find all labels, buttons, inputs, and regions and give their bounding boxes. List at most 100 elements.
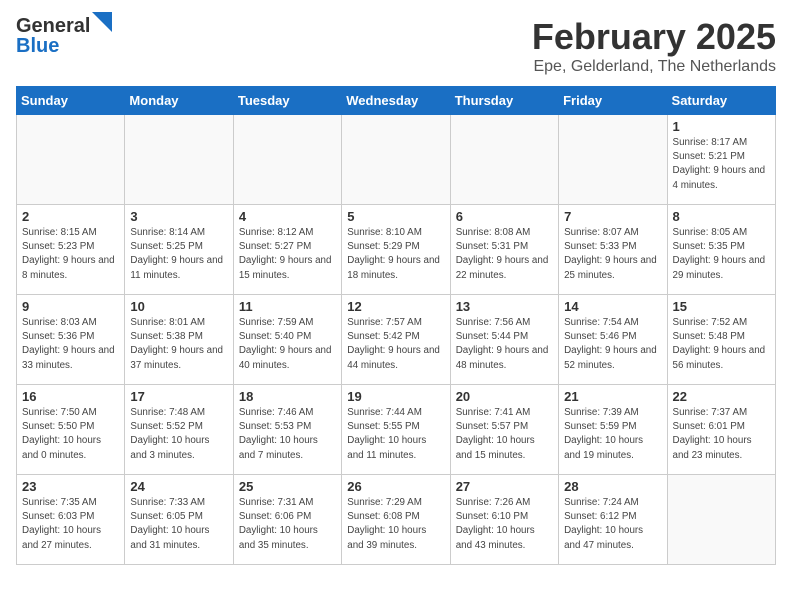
calendar-cell: 20Sunrise: 7:41 AM Sunset: 5:57 PM Dayli… bbox=[450, 385, 558, 475]
day-number: 7 bbox=[564, 209, 661, 224]
calendar-cell bbox=[233, 115, 341, 205]
weekday-header-tuesday: Tuesday bbox=[233, 87, 341, 115]
calendar-cell: 12 Sunrise: 7:57 AM Sunset: 5:42 PM Dayli… bbox=[342, 295, 450, 385]
calendar-cell: 14Sunrise: 7:54 AM Sunset: 5:46 PM Dayli… bbox=[559, 295, 667, 385]
weekday-header-sunday: Sunday bbox=[17, 87, 125, 115]
calendar-cell: 18 Sunrise: 7:46 AM Sunset: 5:53 PM Dayli… bbox=[233, 385, 341, 475]
calendar-cell: 16Sunrise: 7:50 AM Sunset: 5:50 PM Dayli… bbox=[17, 385, 125, 475]
day-info: Sunrise: 7:48 AM Sunset: 5:52 PM Dayligh… bbox=[130, 406, 227, 463]
weekday-header-thursday: Thursday bbox=[450, 87, 558, 115]
day-number: 10 bbox=[130, 299, 227, 314]
calendar-cell: 13 Sunrise: 7:56 AM Sunset: 5:44 PM Dayli… bbox=[450, 295, 558, 385]
day-info: Sunrise: 8:01 AM Sunset: 5:38 PM Dayligh… bbox=[130, 316, 227, 373]
calendar-cell: 5 Sunrise: 8:10 AM Sunset: 5:29 PM Daylig… bbox=[342, 205, 450, 295]
calendar-cell bbox=[17, 115, 125, 205]
calendar-cell: 8 Sunrise: 8:05 AM Sunset: 5:35 PM Daylig… bbox=[667, 205, 775, 295]
location-subtitle: Epe, Gelderland, The Netherlands bbox=[532, 58, 776, 76]
day-info: Sunrise: 7:46 AM Sunset: 5:53 PM Dayligh… bbox=[239, 406, 336, 463]
day-number: 2 bbox=[22, 209, 119, 224]
calendar-cell: 2Sunrise: 8:15 AM Sunset: 5:23 PM Daylig… bbox=[17, 205, 125, 295]
day-number: 21 bbox=[564, 389, 661, 404]
calendar-cell: 15 Sunrise: 7:52 AM Sunset: 5:48 PM Dayli… bbox=[667, 295, 775, 385]
week-row-4: 16Sunrise: 7:50 AM Sunset: 5:50 PM Dayli… bbox=[17, 385, 776, 475]
logo-general-text: General bbox=[16, 15, 90, 37]
day-info: Sunrise: 8:07 AM Sunset: 5:33 PM Dayligh… bbox=[564, 226, 661, 283]
day-info: Sunrise: 8:17 AM Sunset: 5:21 PM Dayligh… bbox=[673, 136, 770, 193]
calendar-cell: 23 Sunrise: 7:35 AM Sunset: 6:03 PM Dayli… bbox=[17, 475, 125, 565]
logo-blue-text: Blue bbox=[16, 35, 59, 57]
day-number: 3 bbox=[130, 209, 227, 224]
calendar-cell: 17 Sunrise: 7:48 AM Sunset: 5:52 PM Dayli… bbox=[125, 385, 233, 475]
calendar-cell: 10 Sunrise: 8:01 AM Sunset: 5:38 PM Dayli… bbox=[125, 295, 233, 385]
header: General Blue February 2025 Epe, Gelderla… bbox=[16, 16, 776, 76]
calendar-cell: 9Sunrise: 8:03 AM Sunset: 5:36 PM Daylig… bbox=[17, 295, 125, 385]
calendar-cell: 11Sunrise: 7:59 AM Sunset: 5:40 PM Dayli… bbox=[233, 295, 341, 385]
day-number: 27 bbox=[456, 479, 553, 494]
day-info: Sunrise: 8:14 AM Sunset: 5:25 PM Dayligh… bbox=[130, 226, 227, 283]
weekday-header-saturday: Saturday bbox=[667, 87, 775, 115]
day-info: Sunrise: 7:39 AM Sunset: 5:59 PM Dayligh… bbox=[564, 406, 661, 463]
calendar-cell bbox=[667, 475, 775, 565]
calendar-cell: 25 Sunrise: 7:31 AM Sunset: 6:06 PM Dayli… bbox=[233, 475, 341, 565]
day-info: Sunrise: 8:05 AM Sunset: 5:35 PM Dayligh… bbox=[673, 226, 770, 283]
day-info: Sunrise: 7:50 AM Sunset: 5:50 PM Dayligh… bbox=[22, 406, 119, 463]
weekday-header-row: SundayMondayTuesdayWednesdayThursdayFrid… bbox=[17, 87, 776, 115]
day-number: 8 bbox=[673, 209, 770, 224]
week-row-3: 9Sunrise: 8:03 AM Sunset: 5:36 PM Daylig… bbox=[17, 295, 776, 385]
calendar-cell: 4 Sunrise: 8:12 AM Sunset: 5:27 PM Daylig… bbox=[233, 205, 341, 295]
day-number: 5 bbox=[347, 209, 444, 224]
day-info: Sunrise: 7:56 AM Sunset: 5:44 PM Dayligh… bbox=[456, 316, 553, 373]
calendar-cell: 19 Sunrise: 7:44 AM Sunset: 5:55 PM Dayli… bbox=[342, 385, 450, 475]
day-info: Sunrise: 7:57 AM Sunset: 5:42 PM Dayligh… bbox=[347, 316, 444, 373]
calendar-cell: 22 Sunrise: 7:37 AM Sunset: 6:01 PM Dayli… bbox=[667, 385, 775, 475]
day-number: 19 bbox=[347, 389, 444, 404]
day-info: Sunrise: 8:10 AM Sunset: 5:29 PM Dayligh… bbox=[347, 226, 444, 283]
day-number: 12 bbox=[347, 299, 444, 314]
logo: General Blue bbox=[16, 16, 112, 56]
calendar-cell bbox=[125, 115, 233, 205]
month-year-title: February 2025 bbox=[532, 16, 776, 58]
calendar-cell bbox=[559, 115, 667, 205]
calendar-cell bbox=[342, 115, 450, 205]
day-info: Sunrise: 7:29 AM Sunset: 6:08 PM Dayligh… bbox=[347, 496, 444, 553]
day-number: 23 bbox=[22, 479, 119, 494]
day-info: Sunrise: 7:52 AM Sunset: 5:48 PM Dayligh… bbox=[673, 316, 770, 373]
day-info: Sunrise: 7:31 AM Sunset: 6:06 PM Dayligh… bbox=[239, 496, 336, 553]
day-number: 4 bbox=[239, 209, 336, 224]
day-number: 17 bbox=[130, 389, 227, 404]
weekday-header-monday: Monday bbox=[125, 87, 233, 115]
calendar-cell: 6 Sunrise: 8:08 AM Sunset: 5:31 PM Daylig… bbox=[450, 205, 558, 295]
day-info: Sunrise: 7:41 AM Sunset: 5:57 PM Dayligh… bbox=[456, 406, 553, 463]
calendar-cell: 1Sunrise: 8:17 AM Sunset: 5:21 PM Daylig… bbox=[667, 115, 775, 205]
weekday-header-friday: Friday bbox=[559, 87, 667, 115]
day-number: 18 bbox=[239, 389, 336, 404]
day-info: Sunrise: 7:44 AM Sunset: 5:55 PM Dayligh… bbox=[347, 406, 444, 463]
day-info: Sunrise: 7:54 AM Sunset: 5:46 PM Dayligh… bbox=[564, 316, 661, 373]
day-info: Sunrise: 7:37 AM Sunset: 6:01 PM Dayligh… bbox=[673, 406, 770, 463]
calendar-cell: 7 Sunrise: 8:07 AM Sunset: 5:33 PM Daylig… bbox=[559, 205, 667, 295]
day-number: 22 bbox=[673, 389, 770, 404]
calendar-cell: 24 Sunrise: 7:33 AM Sunset: 6:05 PM Dayli… bbox=[125, 475, 233, 565]
calendar-cell bbox=[450, 115, 558, 205]
day-number: 26 bbox=[347, 479, 444, 494]
day-info: Sunrise: 7:26 AM Sunset: 6:10 PM Dayligh… bbox=[456, 496, 553, 553]
calendar-cell: 27 Sunrise: 7:26 AM Sunset: 6:10 PM Dayli… bbox=[450, 475, 558, 565]
day-info: Sunrise: 7:33 AM Sunset: 6:05 PM Dayligh… bbox=[130, 496, 227, 553]
day-info: Sunrise: 8:08 AM Sunset: 5:31 PM Dayligh… bbox=[456, 226, 553, 283]
day-number: 24 bbox=[130, 479, 227, 494]
day-info: Sunrise: 7:35 AM Sunset: 6:03 PM Dayligh… bbox=[22, 496, 119, 553]
day-info: Sunrise: 7:59 AM Sunset: 5:40 PM Dayligh… bbox=[239, 316, 336, 373]
day-number: 13 bbox=[456, 299, 553, 314]
day-number: 15 bbox=[673, 299, 770, 314]
day-info: Sunrise: 7:24 AM Sunset: 6:12 PM Dayligh… bbox=[564, 496, 661, 553]
logo-arrow-icon bbox=[92, 12, 112, 32]
week-row-5: 23 Sunrise: 7:35 AM Sunset: 6:03 PM Dayli… bbox=[17, 475, 776, 565]
calendar-table: SundayMondayTuesdayWednesdayThursdayFrid… bbox=[16, 86, 776, 565]
day-info: Sunrise: 8:12 AM Sunset: 5:27 PM Dayligh… bbox=[239, 226, 336, 283]
day-number: 9 bbox=[22, 299, 119, 314]
calendar-cell: 3 Sunrise: 8:14 AM Sunset: 5:25 PM Daylig… bbox=[125, 205, 233, 295]
day-number: 25 bbox=[239, 479, 336, 494]
calendar-cell: 28Sunrise: 7:24 AM Sunset: 6:12 PM Dayli… bbox=[559, 475, 667, 565]
day-number: 6 bbox=[456, 209, 553, 224]
calendar-cell: 21 Sunrise: 7:39 AM Sunset: 5:59 PM Dayli… bbox=[559, 385, 667, 475]
